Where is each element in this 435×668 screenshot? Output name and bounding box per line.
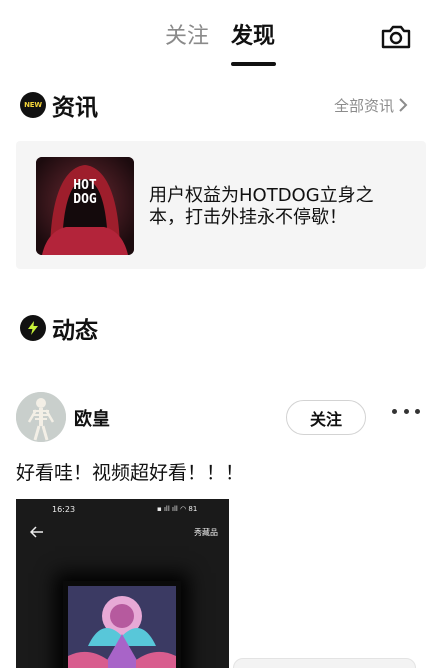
- feed-section-header: 动态: [20, 313, 98, 344]
- news-thumbnail: HOT DOG: [36, 157, 134, 255]
- tab-active-indicator: [231, 62, 276, 66]
- top-tab-bar: 关注 发现: [0, 0, 435, 72]
- chevron-right-icon: [399, 98, 408, 112]
- more-options-icon[interactable]: [392, 404, 420, 418]
- post-text: 好看哇！视频超好看！！！: [16, 462, 245, 484]
- partial-button[interactable]: [233, 658, 416, 668]
- tab-follow[interactable]: 关注: [165, 22, 209, 52]
- post-image[interactable]: 16:23 ▪ ıll ıll ◠ 81 秀藏品: [16, 499, 229, 668]
- artwork-frame: [63, 581, 181, 668]
- feed-section-title: 动态: [52, 318, 98, 344]
- avatar[interactable]: [16, 392, 66, 442]
- news-section-header: NEW 资讯: [20, 90, 98, 121]
- tab-discover[interactable]: 发现: [231, 22, 275, 52]
- lightning-icon: [20, 315, 46, 341]
- thumb-logo-text: HOT DOG: [73, 178, 97, 207]
- follow-button[interactable]: 关注: [286, 400, 366, 435]
- all-news-label: 全部资讯: [334, 96, 395, 115]
- status-time: 16:23: [52, 505, 76, 514]
- collection-label: 秀藏品: [194, 528, 218, 537]
- news-card-text: 用户权益为HOTDOG立身之本，打击外挂永不停歇！: [149, 185, 374, 228]
- camera-icon[interactable]: [380, 23, 412, 51]
- post-username[interactable]: 欧皇: [74, 405, 110, 431]
- status-icons: ▪ ıll ıll ◠ 81: [157, 505, 198, 513]
- back-arrow-icon: [30, 526, 43, 538]
- news-card[interactable]: HOT DOG 用户权益为HOTDOG立身之本，打击外挂永不停歇！: [16, 141, 426, 269]
- artwork-image: [68, 586, 176, 668]
- new-badge-icon: NEW: [20, 92, 46, 118]
- news-section-title: 资讯: [52, 95, 98, 121]
- all-news-link[interactable]: 全部资讯: [334, 94, 408, 116]
